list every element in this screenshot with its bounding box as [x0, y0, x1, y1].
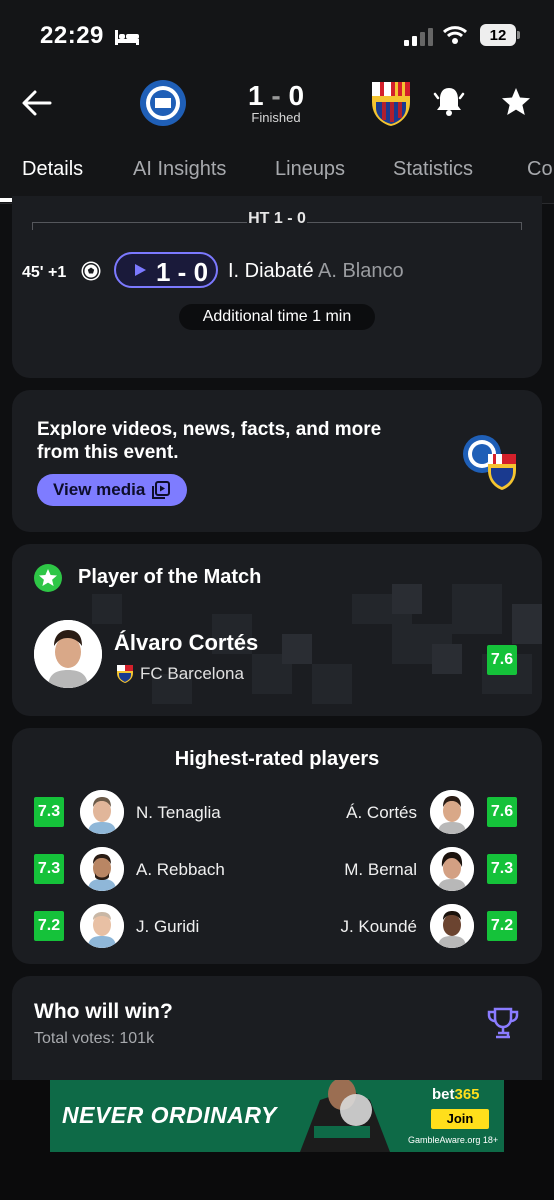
goal-scorer[interactable]: I. Diabaté — [228, 260, 314, 283]
sleep-focus-icon — [115, 30, 139, 45]
total-votes: Total votes: 101k — [34, 1030, 155, 1047]
tab-statistics[interactable]: Statistics — [393, 158, 473, 181]
goal-video-button[interactable]: 1 - 0 — [114, 252, 218, 288]
ad-container: NEVER ORDINARY bet365 Join GambleAware.o… — [0, 1080, 554, 1200]
player-avatar[interactable] — [80, 904, 124, 948]
barcelona-crest-icon[interactable] — [366, 78, 416, 128]
cellular-signal-icon — [404, 26, 433, 46]
potm-player-name: Álvaro Cortés — [114, 630, 259, 655]
bet365-ad-banner[interactable]: NEVER ORDINARY bet365 Join GambleAware.o… — [50, 1080, 504, 1152]
potm-club-name: FC Barcelona — [140, 664, 244, 683]
potm-player-avatar — [34, 620, 102, 688]
status-bar: 22:29 12 — [0, 0, 554, 70]
back-arrow-icon[interactable] — [20, 86, 54, 120]
tab-bar: Details AI Insights Lineups Statistics C… — [0, 140, 554, 204]
goal-score: 1 - 0 — [156, 257, 209, 287]
view-media-label: View media — [53, 480, 146, 499]
ad-join-button[interactable]: Join — [431, 1109, 489, 1129]
tab-ai-insights[interactable]: AI Insights — [133, 158, 226, 181]
halftime-divider: HT 1 - 0 — [32, 210, 522, 230]
match-timeline-card: HT 1 - 0 45' +1 1 - 0 I. Diabaté A. Blan… — [12, 196, 542, 378]
match-header: 1 - 0 Finished — [0, 70, 554, 140]
player-of-the-match-card[interactable]: Player of the Match Álvaro Cortés FC Bar… — [12, 544, 542, 716]
player-name[interactable]: A. Rebbach — [136, 860, 225, 880]
battery-indicator: 12 — [480, 24, 520, 46]
potm-title: Player of the Match — [78, 566, 262, 588]
player-rating: 7.2 — [34, 911, 64, 941]
player-rating: 7.3 — [34, 797, 64, 827]
favorite-star-icon[interactable] — [500, 86, 532, 118]
tab-commentary[interactable]: Co — [527, 158, 553, 181]
player-name[interactable]: M. Bernal — [344, 860, 417, 880]
halftime-score: HT 1 - 0 — [247, 210, 307, 228]
trophy-icon[interactable] — [486, 1006, 520, 1040]
media-gallery-icon — [152, 481, 170, 499]
ad-slogan: NEVER ORDINARY — [62, 1102, 277, 1128]
goal-assist[interactable]: A. Blanco — [318, 260, 404, 283]
prediction-title: Who will win? — [34, 1000, 173, 1023]
additional-time-badge: Additional time 1 min — [179, 304, 375, 330]
player-avatar[interactable] — [80, 790, 124, 834]
team-crests-icon — [463, 435, 516, 490]
clock: 22:29 — [40, 22, 104, 49]
wifi-icon — [442, 26, 468, 44]
player-rating: 7.2 — [487, 911, 517, 941]
player-avatar[interactable] — [80, 847, 124, 891]
final-score: 1 - 0 — [247, 80, 305, 111]
media-promo-text: Explore videos, news, facts, and more fr… — [37, 419, 382, 463]
alaves-crest-icon[interactable] — [138, 78, 188, 128]
play-icon — [135, 264, 146, 276]
player-rating: 7.3 — [487, 854, 517, 884]
potm-star-icon — [34, 564, 62, 592]
football-icon — [81, 261, 101, 281]
notification-bell-icon[interactable] — [432, 84, 466, 118]
player-name[interactable]: Á. Cortés — [346, 803, 417, 823]
media-card: Explore videos, news, facts, and more fr… — [12, 390, 542, 532]
highest-rated-players-card: Highest-rated players 7.3 N. Tenaglia 7.… — [12, 728, 542, 964]
player-rating: 7.6 — [487, 797, 517, 827]
tab-lineups[interactable]: Lineups — [275, 158, 345, 181]
view-media-button[interactable]: View media — [37, 474, 187, 506]
barcelona-crest-icon — [117, 665, 133, 683]
ad-disclaimer: GambleAware.org 18+ — [408, 1135, 499, 1145]
player-name[interactable]: N. Tenaglia — [136, 803, 221, 823]
player-name[interactable]: J. Koundé — [340, 917, 417, 937]
match-status: Finished — [251, 110, 301, 125]
player-avatar[interactable] — [430, 904, 474, 948]
tab-details[interactable]: Details — [22, 158, 83, 181]
potm-rating: 7.6 — [487, 645, 517, 675]
player-avatar[interactable] — [430, 790, 474, 834]
player-rating: 7.3 — [34, 854, 64, 884]
player-name[interactable]: J. Guridi — [136, 917, 199, 937]
player-avatar[interactable] — [430, 847, 474, 891]
ad-brand-logo: bet365 — [432, 1086, 480, 1103]
goal-minute: 45' +1 — [22, 264, 67, 281]
highest-rated-title: Highest-rated players — [174, 748, 380, 770]
